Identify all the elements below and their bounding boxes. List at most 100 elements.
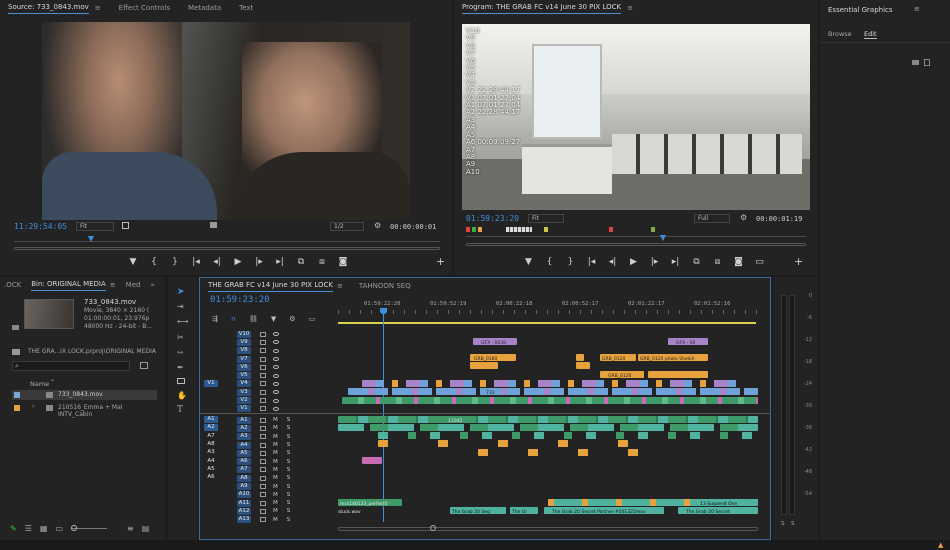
list-view-icon[interactable]: ☰ <box>25 524 32 533</box>
clip-grab-seq[interactable]: The Grab 20 Seq <box>450 507 506 515</box>
sort-icon[interactable]: ⌃ <box>50 379 55 386</box>
track-header-a8[interactable]: A8 M S <box>200 474 338 482</box>
goto-in-icon[interactable]: |◂ <box>587 257 596 267</box>
marker-orange[interactable] <box>478 227 482 232</box>
clip-v3-group[interactable] <box>362 380 742 387</box>
icon-view-icon[interactable]: ▦ <box>40 524 48 533</box>
essential-graphics-title[interactable]: Essential Graphics <box>828 6 893 14</box>
tab-text[interactable]: Text <box>239 4 253 12</box>
source-resolution-dropdown[interactable]: 1/2 <box>330 222 364 231</box>
new-item-icon[interactable]: ▤ <box>142 524 150 533</box>
essential-graphics-menu-icon[interactable]: ≡ <box>914 5 920 13</box>
marker-green[interactable] <box>472 227 476 232</box>
mark-in-icon[interactable]: { <box>150 257 159 267</box>
track-header-v6[interactable]: V6 <box>200 363 338 371</box>
captions-icon[interactable]: ▭ <box>309 315 316 323</box>
track-header-a6[interactable]: A6 M S <box>200 458 338 466</box>
source-patch-a2[interactable]: A2 <box>204 424 218 432</box>
step-back-icon[interactable]: ◂| <box>608 257 617 267</box>
marker-red[interactable] <box>466 227 470 232</box>
source-timecode[interactable]: 11:29:54:05 <box>14 222 67 231</box>
clip-a6-group[interactable] <box>478 449 678 456</box>
source-patch-a7[interactable]: A7 <box>204 433 218 440</box>
source-settings-icon[interactable] <box>122 222 129 229</box>
program-playhead[interactable] <box>660 235 666 241</box>
marker-yellow[interactable] <box>544 227 548 232</box>
marker-cluster[interactable] <box>506 227 532 232</box>
clip-a11-wav[interactable]: mcs140123_perfect0 stuck.wav <box>338 499 402 515</box>
clip-v5-a[interactable] <box>470 362 498 369</box>
mark-in-icon[interactable]: { <box>545 257 554 267</box>
track-header-a13[interactable]: A13 M S <box>200 516 338 524</box>
track-header-v3[interactable]: V3 <box>200 388 338 396</box>
expand-icon[interactable]: › <box>32 403 34 410</box>
program-zoom-bar[interactable] <box>466 243 806 246</box>
goto-in-icon[interactable]: |◂ <box>192 257 201 267</box>
track-header-a10[interactable]: A10 M S <box>200 491 338 499</box>
overwrite-icon[interactable]: ⧈ <box>318 257 327 267</box>
source-patch-a5[interactable]: A5 <box>204 466 218 473</box>
track-header-v1[interactable]: V1 <box>200 405 338 413</box>
pencil-icon[interactable]: ✎ <box>10 524 17 533</box>
tab-bin[interactable]: Bin: ORIGINAL MEDIA <box>31 280 106 291</box>
play-icon[interactable]: ▶ <box>629 257 638 267</box>
marker-icon[interactable]: ▼ <box>524 257 533 267</box>
slip-tool-icon[interactable]: ⇿ <box>177 348 184 357</box>
timeline-scrollbar[interactable] <box>338 527 758 531</box>
marker-icon[interactable]: ▼ <box>129 257 138 267</box>
nest-icon[interactable]: ⇶ <box>212 315 218 323</box>
freeform-view-icon[interactable]: ▭ <box>55 524 63 533</box>
clip-grab-secret[interactable]: The Grab 20 Secret <box>678 507 758 515</box>
pen-tool-icon[interactable]: ✒ <box>177 363 184 372</box>
tab-program[interactable]: Program: THE GRAB FC v14 June 30 PIX LOC… <box>462 3 622 14</box>
clip-gfx-0030[interactable]: GFX - 0030 <box>473 338 517 346</box>
camera-icon[interactable]: ◙ <box>339 257 348 267</box>
tab-effect-controls[interactable]: Effect Controls <box>119 4 170 12</box>
search-input[interactable] <box>12 361 130 371</box>
track-header-a2[interactable]: A2 M S <box>200 424 338 432</box>
clip-733[interactable]: 733 <box>484 388 502 396</box>
time-ruler[interactable]: 01:59:22:20 01:59:52:19 02:00:22:18 02:0… <box>338 298 766 326</box>
source-patch-a6[interactable]: A6 <box>204 474 218 481</box>
camera-icon[interactable]: ◙ <box>734 257 743 267</box>
track-select-icon[interactable]: ⇥ <box>177 302 184 311</box>
clip-thumbnail[interactable] <box>24 299 74 329</box>
clip-a2-group[interactable] <box>338 424 758 431</box>
tab-sequence-main[interactable]: THE GRAB FC v14 June 30 PIX LOCK <box>208 281 333 292</box>
eg-folder-icon[interactable] <box>912 60 919 65</box>
track-header-a12[interactable]: A12 M S <box>200 507 338 515</box>
label-color-swatch[interactable] <box>14 405 20 411</box>
scrollbar-handle[interactable] <box>430 525 436 531</box>
tab-media[interactable]: Med <box>126 281 141 289</box>
track-header-v2[interactable]: V2 <box>200 396 338 405</box>
clip-gfx-00[interactable]: GFX - 00 <box>668 338 708 346</box>
timeline-settings-icon[interactable]: ⚙ <box>289 315 295 323</box>
track-header-v8[interactable]: V8 <box>200 347 338 355</box>
clip-grb-0180[interactable]: GRB_0180 <box>470 354 516 362</box>
eg-tab-edit[interactable]: Edit <box>864 30 877 39</box>
source-scrubber[interactable] <box>14 241 440 242</box>
marker-red-2[interactable] <box>609 227 613 232</box>
list-item[interactable]: › 210516_Emma + Mal INTV_Cabin <box>12 403 157 418</box>
program-scrubber[interactable] <box>466 236 806 237</box>
solo-left-button[interactable]: S <box>781 521 785 527</box>
track-header-v5[interactable]: V5 <box>200 372 338 380</box>
step-forward-icon[interactable]: |▸ <box>650 257 659 267</box>
timeline-timecode[interactable]: 01:59:23:20 <box>210 295 270 305</box>
more-tabs-icon[interactable]: » <box>150 281 154 289</box>
rectangle-tool-icon[interactable] <box>177 378 185 384</box>
tab-source[interactable]: Source: 733_0843.mov <box>8 3 89 14</box>
clip-a5-pink[interactable] <box>362 457 382 464</box>
ripple-edit-icon[interactable]: ⟷ <box>177 317 188 326</box>
track-header-a9[interactable]: A9 M S <box>200 482 338 491</box>
selection-tool-icon[interactable]: ➤ <box>177 287 185 297</box>
tab-lock[interactable]: .OCK <box>4 281 21 289</box>
track-header-v10[interactable]: V10 <box>200 330 338 338</box>
clip-v1-group[interactable] <box>342 397 758 404</box>
warning-icon[interactable]: ▲ <box>938 541 943 549</box>
track-header-v7[interactable]: V7 <box>200 355 338 363</box>
extract-icon[interactable]: ⧈ <box>713 257 722 267</box>
clip-secret-partner[interactable]: The Grab 20 Secret Partner #001322mov <box>544 507 664 515</box>
compare-icon[interactable]: ▭ <box>755 257 764 267</box>
clip-v2-group[interactable] <box>348 388 758 395</box>
